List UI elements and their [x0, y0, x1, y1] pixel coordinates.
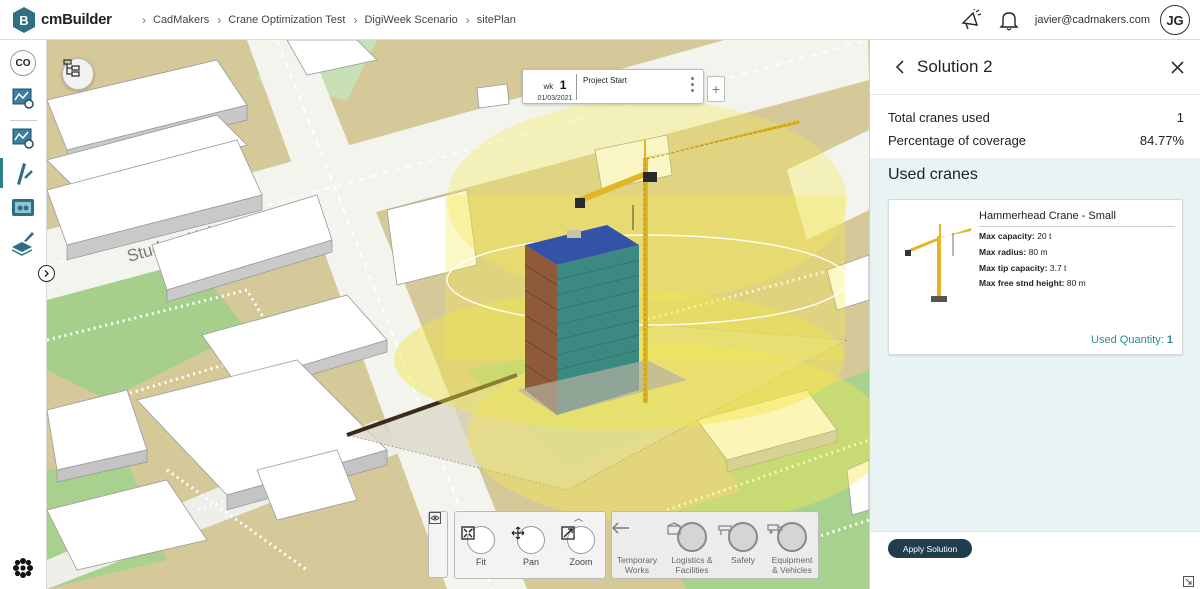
crane-icon[interactable] — [9, 159, 37, 187]
user-email[interactable]: javier@cadmakers.com — [1035, 14, 1150, 26]
pan-button[interactable]: Pan — [511, 526, 551, 567]
avatar[interactable]: JG — [1160, 5, 1190, 35]
temporary-works-button[interactable]: Temporary Works — [612, 522, 662, 575]
spec-max-free-height: Max free stnd height: 80 m — [979, 278, 1086, 288]
divider — [979, 226, 1175, 227]
tools-panel: Temporary Works Logistics & Facilities Saf… — [611, 511, 819, 579]
bell-icon[interactable] — [997, 8, 1021, 32]
announcement-icon[interactable] — [959, 8, 983, 32]
spec-max-radius: Max radius: 80 m — [979, 247, 1048, 257]
breadcrumb-item[interactable]: DigiWeek Scenario — [364, 14, 457, 26]
rail-active-indicator — [0, 158, 3, 188]
apply-solution-button[interactable]: Apply Solution — [888, 539, 972, 558]
stat-value: 84.77% — [1139, 133, 1184, 148]
stat-coverage: Percentage of coverage 84.77% — [888, 133, 1184, 148]
crane-name: Hammerhead Crane - Small — [979, 210, 1116, 222]
chevron-right-icon — [44, 270, 49, 277]
breadcrumb-item-current: sitePlan — [476, 13, 516, 26]
site-map-3d[interactable]: Student Union B — [47, 40, 869, 589]
top-bar: B cmBuilder › CadMakers › Crane Optimiza… — [0, 0, 1200, 40]
app-logo[interactable]: B cmBuilder — [12, 6, 132, 34]
back-chevron-icon[interactable] — [894, 59, 908, 75]
layers-brush-icon[interactable] — [9, 229, 37, 257]
app-name: cmBuilder — [41, 11, 112, 28]
week-indicator: wk 1 01/03/2021 — [531, 76, 579, 102]
week-date: 01/03/2021 — [537, 95, 573, 102]
crane-setup-icon[interactable] — [9, 124, 37, 152]
vehicle-icon — [767, 524, 783, 534]
equipment-label: Equipment & Vehicles — [771, 555, 813, 575]
equipment-vehicles-button[interactable]: Equipment & Vehicles — [767, 522, 817, 575]
chevron-right-icon: › — [217, 12, 222, 27]
eye-icon — [429, 512, 441, 524]
panel-header: Solution 2 — [870, 40, 1200, 95]
fit-icon — [461, 526, 475, 540]
stat-label: Total cranes used — [888, 110, 990, 125]
zoom-button[interactable]: Zoom — [561, 526, 601, 567]
used-quantity: Used Quantity: 1 — [1091, 334, 1173, 346]
breadcrumb-item[interactable]: Crane Optimization Test — [228, 14, 345, 26]
pan-icon — [511, 526, 525, 540]
logistics-icon[interactable] — [9, 194, 37, 222]
tree-structure-icon — [63, 59, 80, 77]
chevron-right-icon: › — [465, 12, 470, 27]
view-toggle-button[interactable] — [428, 511, 448, 578]
more-vertical-icon[interactable] — [691, 77, 695, 95]
safety-label: Safety — [730, 555, 756, 565]
apps-grid-icon[interactable] — [12, 557, 34, 579]
used-cranes-section: Used cranes Hammerhead Crane - Small Max… — [870, 158, 1200, 531]
breadcrumb-item[interactable]: CadMakers — [153, 14, 209, 26]
panel-footer: Apply Solution — [870, 531, 1200, 589]
company-badge[interactable]: CO — [10, 50, 36, 76]
solution-panel: Solution 2 Total cranes used 1 Percentag… — [869, 40, 1200, 589]
spec-max-capacity: Max capacity: 20 t — [979, 231, 1052, 241]
stat-total-cranes: Total cranes used 1 — [888, 110, 1184, 125]
crane-thumbnail — [905, 224, 971, 302]
rail-divider — [10, 120, 37, 121]
schedule-icon[interactable] — [9, 84, 37, 112]
close-icon[interactable] — [1171, 61, 1184, 74]
navigation-panel: ︿ Fit Pan Zoom — [454, 511, 606, 579]
pan-label: Pan — [522, 557, 539, 567]
safety-button[interactable]: Safety — [718, 522, 768, 565]
stat-label: Percentage of coverage — [888, 133, 1027, 148]
zoom-icon — [561, 526, 575, 540]
fit-button[interactable]: Fit — [461, 526, 501, 567]
zoom-label: Zoom — [569, 557, 593, 567]
crane-card[interactable]: Hammerhead Crane - Small Max capacity: 2… — [888, 199, 1183, 355]
temporary-works-label: Temporary Works — [616, 555, 658, 575]
fit-label: Fit — [476, 557, 486, 567]
timeline-card[interactable]: wk 1 01/03/2021 Project Start — [522, 69, 704, 104]
expand-rail-button[interactable] — [38, 265, 55, 282]
chevron-up-icon[interactable]: ︿ — [574, 511, 583, 524]
left-rail: CO — [0, 40, 47, 589]
timeline-label: Project Start — [583, 76, 628, 85]
breadcrumb: › CadMakers › Crane Optimization Test › … — [134, 13, 516, 27]
arrow-left-icon — [612, 522, 629, 534]
chevron-right-icon: › — [142, 12, 146, 27]
layers-tree-button[interactable] — [62, 58, 94, 90]
chevron-right-icon: › — [353, 12, 358, 27]
map-scene: Student Union B — [47, 40, 869, 589]
logistics-label: Logistics & Facilities — [671, 555, 713, 575]
expand-icon[interactable] — [1183, 576, 1194, 587]
week-prefix: wk — [543, 82, 554, 91]
week-number: 1 — [559, 78, 567, 92]
safety-barrier-icon — [718, 525, 732, 535]
add-timeline-button[interactable]: + — [707, 76, 725, 102]
stat-value: 1 — [1176, 110, 1184, 125]
used-cranes-title: Used cranes — [888, 166, 978, 183]
logistics-facilities-button[interactable]: Logistics & Facilities — [667, 522, 717, 575]
panel-title: Solution 2 — [917, 57, 993, 76]
divider — [576, 74, 577, 100]
cmbuilder-logo-icon: B — [13, 6, 35, 33]
spec-max-tip-capacity: Max tip capacity: 3.7 t — [979, 263, 1067, 273]
logistics-icon — [667, 522, 681, 535]
svg-text:B: B — [19, 13, 28, 28]
